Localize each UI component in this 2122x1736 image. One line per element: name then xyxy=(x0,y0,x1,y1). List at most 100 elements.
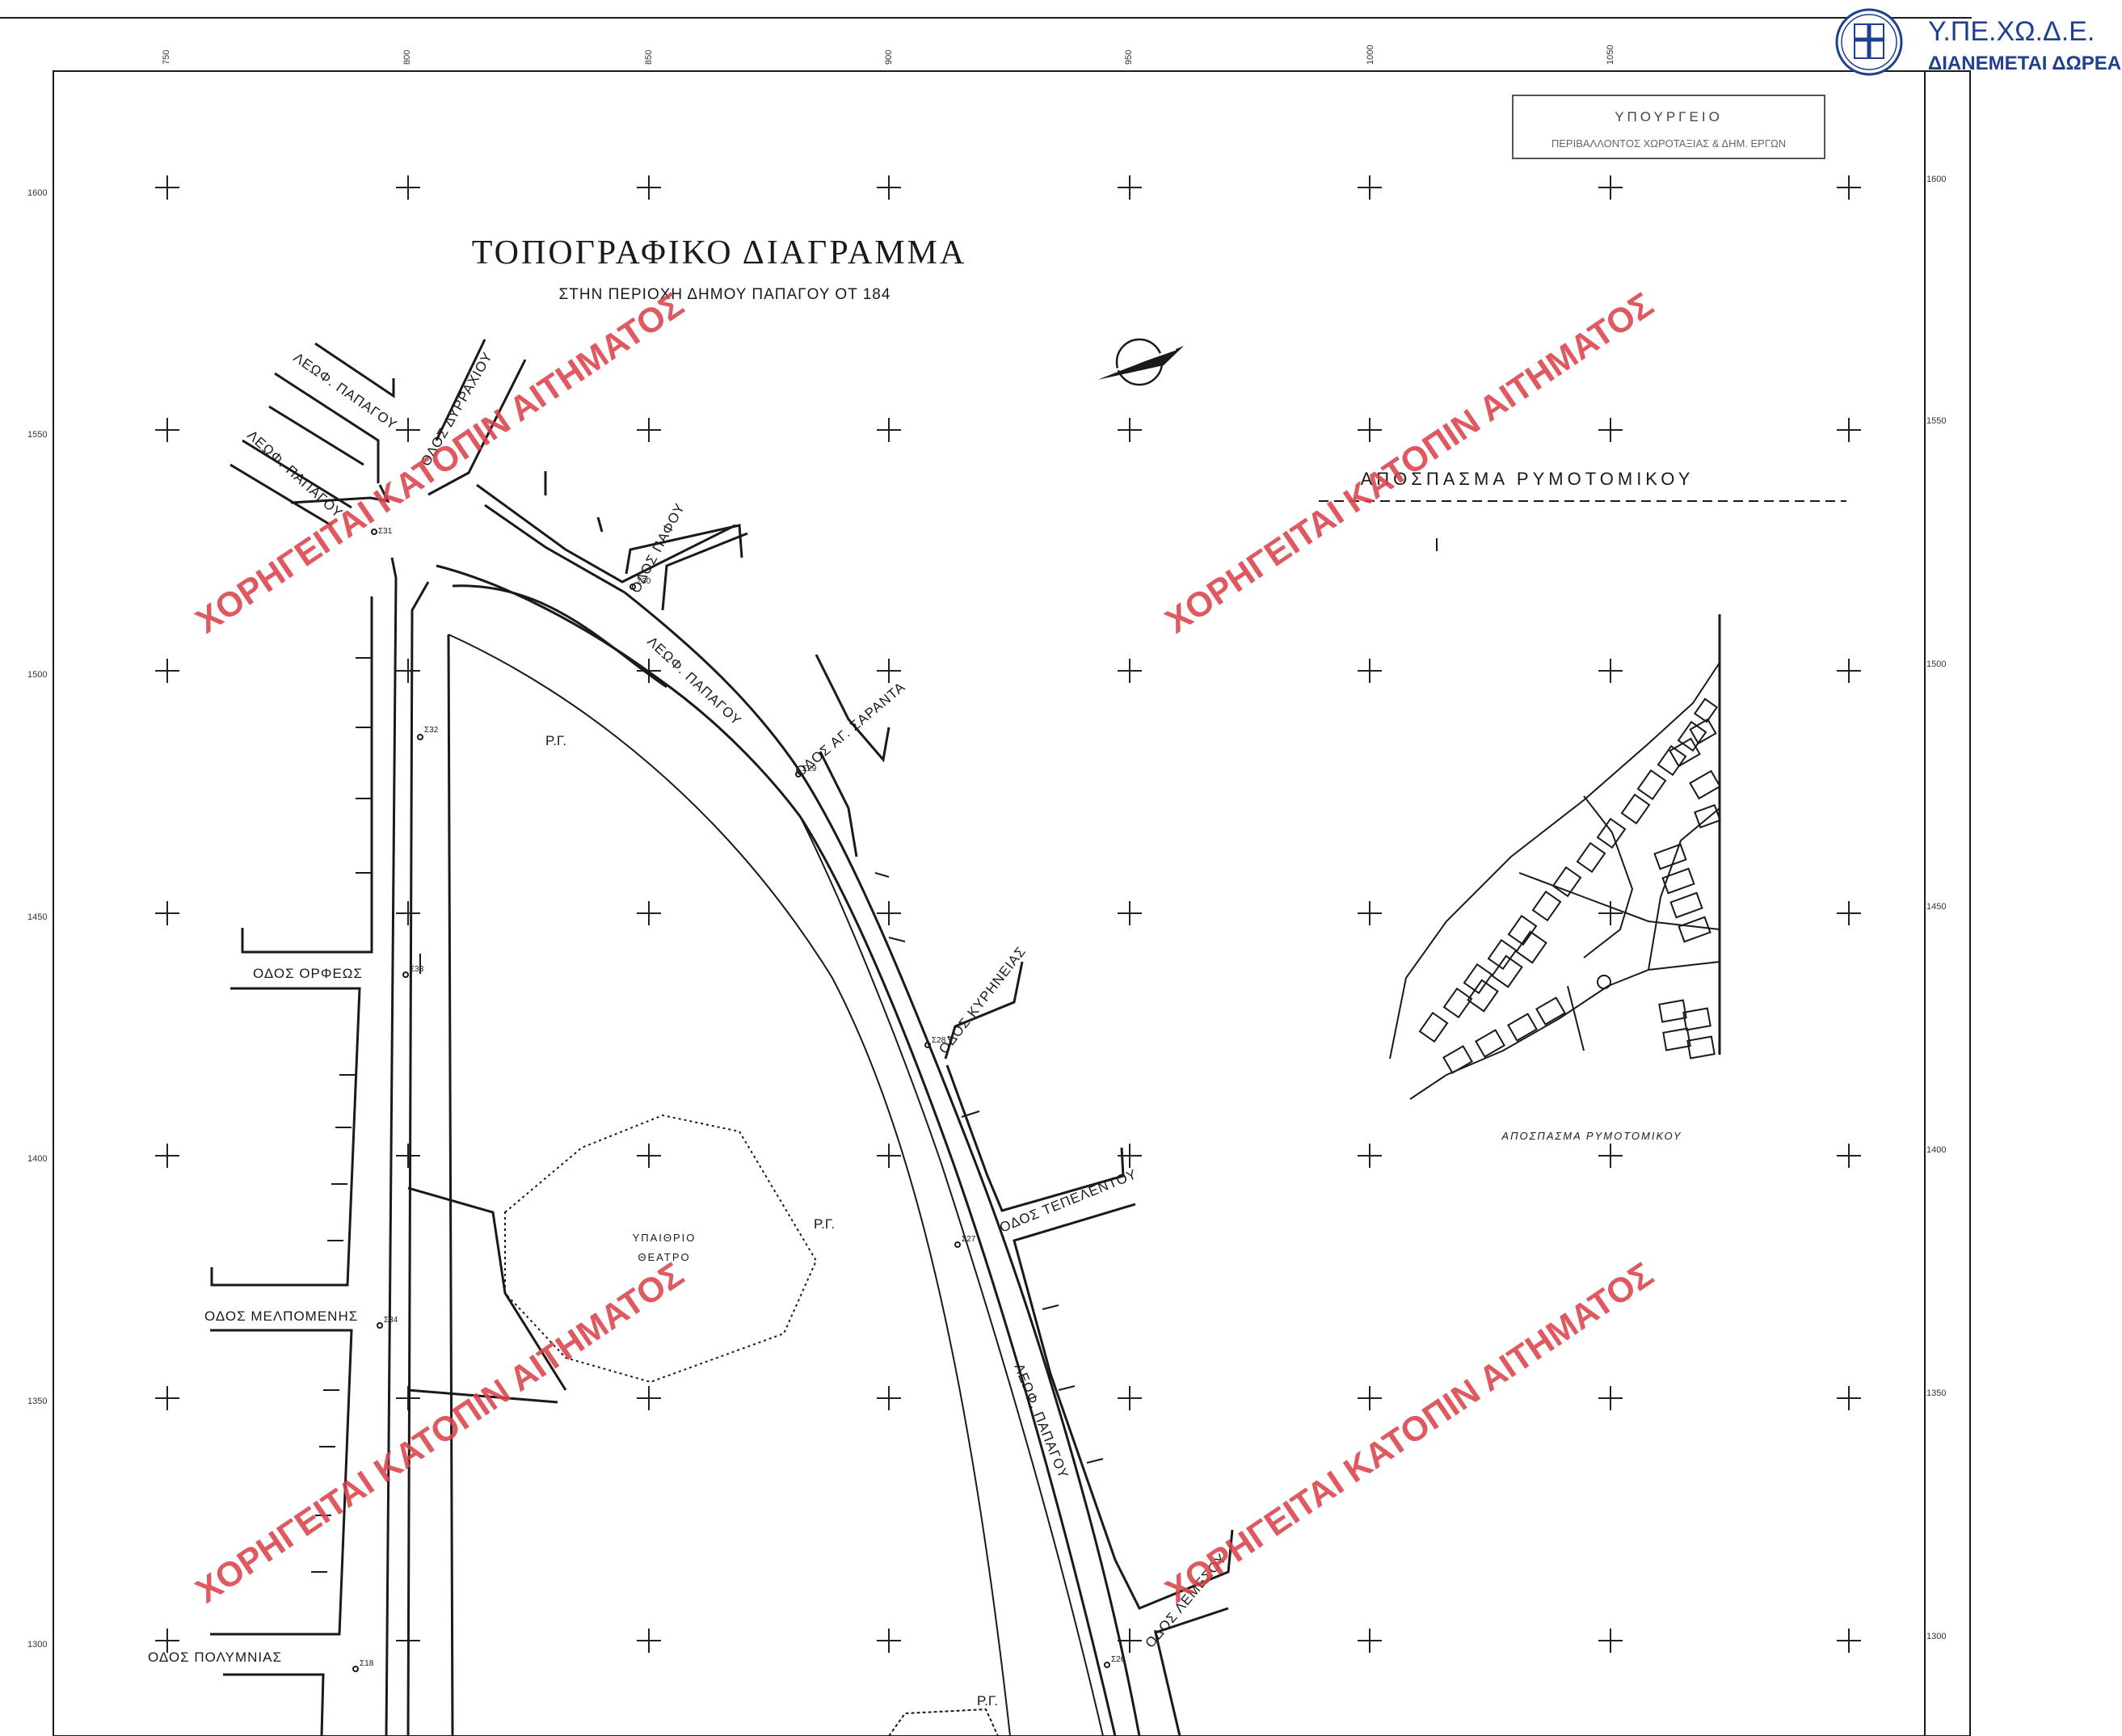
excerpt-block xyxy=(1653,843,1687,870)
excerpt-block xyxy=(1669,737,1701,768)
grid-cross xyxy=(1598,1629,1623,1653)
label-rg-2: Ρ.Γ. xyxy=(814,1216,835,1232)
excerpt-block xyxy=(1596,817,1627,849)
grid-cross xyxy=(1118,175,1142,200)
grid-cross xyxy=(637,175,661,200)
excerpt-block xyxy=(1535,997,1566,1026)
tick-top-850: 850 xyxy=(644,50,654,65)
excerpt-block xyxy=(1662,1027,1691,1051)
survey-point-s26: Σ26 xyxy=(1104,1655,1126,1668)
grid-cross xyxy=(877,1629,901,1653)
street-polymnias: ΟΔΟΣ ΠΟΛΥΜΝΙΑΣ xyxy=(148,1650,282,1665)
grid-cross xyxy=(1118,659,1142,683)
excerpt-caption: ΑΠΟΣΠΑΣΜΑ ΡΥΜΟΤΟΜΙΚΟΥ xyxy=(1501,1130,1682,1142)
excerpt-block xyxy=(1507,1013,1538,1042)
top-axis: 750 800 850 900 950 1000 1050 xyxy=(162,45,1615,65)
excerpt-block xyxy=(1689,769,1721,800)
grid-cross xyxy=(155,1386,179,1410)
svg-text:Σ28: Σ28 xyxy=(932,1036,946,1045)
svg-text:Σ18: Σ18 xyxy=(360,1659,374,1668)
grid-cross xyxy=(1598,659,1623,683)
excerpt-block xyxy=(1531,890,1562,922)
grid-cross xyxy=(1837,418,1861,442)
label-rg-1: Ρ.Γ. xyxy=(545,733,566,748)
tick-left-1400: 1400 xyxy=(27,1154,47,1164)
grid-cross xyxy=(155,659,179,683)
grid-cross xyxy=(877,1386,901,1410)
map-subtitle: ΣΤΗΝ ΠΕΡΙΟΧΗ ΔΗΜΟΥ ΠΑΠΑΓΟΥ ΟΤ 184 xyxy=(559,286,891,303)
survey-point-s32: Σ32 xyxy=(417,726,439,740)
excerpt-block xyxy=(1507,914,1538,946)
excerpt-block xyxy=(1552,866,1582,898)
street-melpomenis: ΟΔΟΣ ΜΕΛΠΟΜΕΝΗΣ xyxy=(204,1308,358,1324)
grid-cross xyxy=(1118,901,1142,925)
stamp-line1: ΥΠΟΥΡΓΕΙΟ xyxy=(1615,109,1723,124)
grid-cross xyxy=(1837,175,1861,200)
grid-cross xyxy=(1118,1386,1142,1410)
tick-left-1350: 1350 xyxy=(27,1397,47,1406)
excerpt-block xyxy=(1661,867,1695,895)
grid-cross xyxy=(155,418,179,442)
left-axis: 1600 1550 1500 1450 1400 1350 1300 xyxy=(27,188,47,1650)
grid-cross xyxy=(637,1629,661,1653)
label-theater-1: ΥΠΑΙΘΡΙΟ xyxy=(633,1232,697,1244)
watermark-2: ΧΟΡΗΓΕΙΤΑΙ ΚΑΤΟΠΙΝ ΑΙΤΗΜΑΤΟΣ xyxy=(1159,285,1661,642)
map-frame xyxy=(0,17,1972,1736)
street-network xyxy=(210,339,1234,1736)
grid-cross xyxy=(155,901,179,925)
excerpt-block xyxy=(1442,1045,1473,1074)
north-arrow-icon xyxy=(1097,338,1184,386)
topographic-map: 750 800 850 900 950 1000 1050 1600 1550 … xyxy=(0,8,2122,1736)
survey-point-s18: Σ18 xyxy=(352,1659,374,1672)
excerpt-block xyxy=(1442,987,1473,1019)
header-logo-block: Υ.ΠΕ.ΧΩ.Δ.Ε. ΔΙΑΝΕΜΕΤΑΙ ΔΩΡΕΑΝ xyxy=(1835,8,2122,76)
grid-cross xyxy=(1358,175,1382,200)
ministry-stamp: ΥΠΟΥΡΓΕΙΟ ΠΕΡΙΒΑΛΛΟΝΤΟΣ ΧΩΡΟΤΑΞΙΑΣ & ΔΗΜ… xyxy=(1512,95,1825,159)
tick-top-900: 900 xyxy=(884,50,894,65)
header-org: Υ.ΠΕ.ΧΩ.Δ.Ε. xyxy=(1928,16,2095,47)
svg-text:Σ31: Σ31 xyxy=(378,527,393,536)
survey-point-s27: Σ27 xyxy=(954,1235,976,1248)
grid-cross xyxy=(1837,659,1861,683)
grid-cross xyxy=(155,175,179,200)
watermark-4: ΧΟΡΗΓΕΙΤΑΙ ΚΑΤΟΠΙΝ ΑΙΤΗΜΑΤΟΣ xyxy=(1159,1255,1661,1612)
svg-text:Σ32: Σ32 xyxy=(424,726,439,735)
tick-left-1500: 1500 xyxy=(27,670,47,680)
excerpt-block xyxy=(1467,979,1499,1013)
tick-right-1500: 1500 xyxy=(1926,659,1946,669)
tick-left-1450: 1450 xyxy=(27,912,47,922)
survey-point-s33: Σ33 xyxy=(402,965,424,978)
svg-text:Σ34: Σ34 xyxy=(384,1316,398,1325)
grid-cross xyxy=(1598,175,1623,200)
excerpt-block xyxy=(1686,1035,1716,1060)
svg-text:Σ29: Σ29 xyxy=(802,765,817,773)
grid-cross xyxy=(155,1144,179,1168)
excerpt-block xyxy=(1576,841,1606,874)
tick-top-800: 800 xyxy=(402,50,412,65)
svg-text:Σ27: Σ27 xyxy=(962,1235,976,1244)
grid-cross xyxy=(396,1144,420,1168)
svg-text:Σ26: Σ26 xyxy=(1111,1655,1126,1664)
tick-left-1550: 1550 xyxy=(27,430,47,440)
grid-cross xyxy=(396,175,420,200)
grid-cross xyxy=(1598,1144,1623,1168)
area-labels: Ρ.Γ. Ρ.Γ. Ρ.Γ. ΥΠΑΙΘΡΙΟ ΘΕΑΤΡΟ xyxy=(545,733,998,1709)
excerpt-block xyxy=(1694,803,1721,829)
excerpt-block xyxy=(1669,891,1703,919)
grid-cross xyxy=(1837,1386,1861,1410)
excerpt-block xyxy=(1491,954,1523,988)
grid-cross xyxy=(637,1386,661,1410)
grid-cross xyxy=(396,418,420,442)
map-title-block: ΤΟΠΟΓΡΑΦΙΚΟ ΔΙΑΓΡΑΜΜΑ ΣΤΗΝ ΠΕΡΙΟΧΗ ΔΗΜΟΥ… xyxy=(472,234,964,303)
excerpt-block xyxy=(1677,720,1707,752)
tick-left-1600: 1600 xyxy=(27,188,47,198)
tick-top-750: 750 xyxy=(162,50,171,65)
street-orfeos: ΟΔΟΣ ΟΡΦΕΩΣ xyxy=(253,966,363,981)
grid-cross xyxy=(396,901,420,925)
grid-cross xyxy=(1358,1386,1382,1410)
excerpt-block xyxy=(1515,930,1547,964)
grid-cross xyxy=(1358,1144,1382,1168)
excerpt-block xyxy=(1658,999,1687,1023)
street-leof-papagou-2: ΛΕΩΦ. ΠΑΠΑΓΟΥ xyxy=(244,428,346,521)
excerpt-block xyxy=(1620,793,1651,825)
